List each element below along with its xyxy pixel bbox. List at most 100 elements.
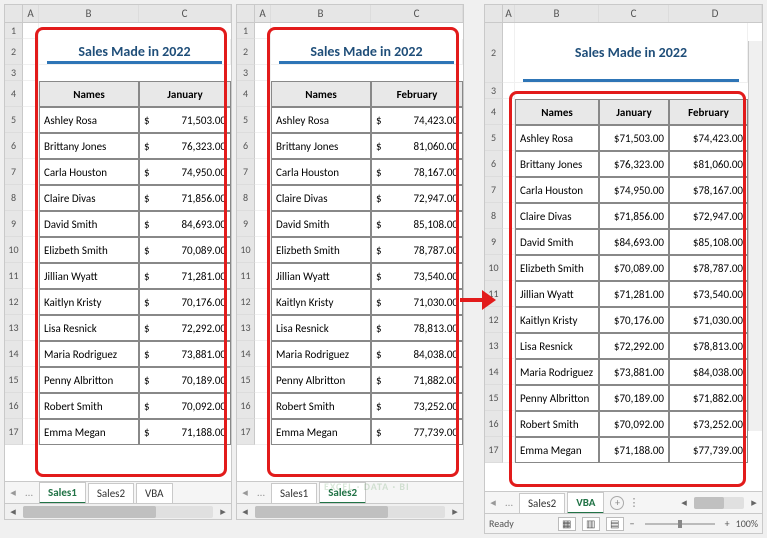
- value-cell[interactable]: $71,882.00: [371, 367, 463, 393]
- feb-cell[interactable]: $77,739.00: [669, 437, 748, 463]
- row-header[interactable]: 3: [5, 65, 23, 81]
- row-header[interactable]: 15: [237, 367, 255, 393]
- name-cell[interactable]: Robert Smith: [515, 411, 599, 437]
- gutter-cell[interactable]: [503, 255, 515, 281]
- horizontal-scrollbar[interactable]: ◂ ▸: [237, 503, 463, 519]
- value-cell[interactable]: $74,423.00: [371, 107, 463, 133]
- feb-cell[interactable]: $85,108.00: [669, 229, 748, 255]
- value-cell[interactable]: $70,189.00: [139, 367, 231, 393]
- col-names-header[interactable]: Names: [39, 81, 139, 107]
- value-cell[interactable]: $71,281.00: [139, 263, 231, 289]
- tab-sales1[interactable]: Sales1: [39, 482, 86, 504]
- row-header[interactable]: 7: [5, 159, 23, 185]
- gutter-cell[interactable]: [255, 81, 271, 107]
- jan-cell[interactable]: $73,881.00: [599, 359, 669, 385]
- scroll-right-icon[interactable]: ▸: [746, 496, 762, 510]
- row-header[interactable]: 2: [485, 23, 503, 83]
- value-cell[interactable]: $78,787.00: [371, 237, 463, 263]
- row-header[interactable]: 5: [5, 107, 23, 133]
- gutter-cell[interactable]: [255, 315, 271, 341]
- jan-cell[interactable]: $71,503.00: [599, 125, 669, 151]
- gutter-cell[interactable]: [503, 177, 515, 203]
- vertical-scrollbar[interactable]: [748, 41, 762, 431]
- row-header[interactable]: 16: [5, 393, 23, 419]
- gutter-cell[interactable]: [23, 211, 39, 237]
- gutter-cell[interactable]: [23, 23, 39, 39]
- row-header[interactable]: 10: [485, 255, 503, 281]
- tab-sales2[interactable]: Sales2: [519, 493, 565, 513]
- gutter-cell[interactable]: [503, 385, 515, 411]
- jan-cell[interactable]: $70,089.00: [599, 255, 669, 281]
- jan-cell[interactable]: $72,292.00: [599, 333, 669, 359]
- row-header[interactable]: 6: [237, 133, 255, 159]
- row-header[interactable]: 10: [237, 237, 255, 263]
- value-cell[interactable]: $71,188.00: [139, 419, 231, 445]
- row-header[interactable]: 17: [5, 419, 23, 445]
- gutter-cell[interactable]: [23, 39, 39, 65]
- col-names-header[interactable]: Names: [515, 99, 599, 125]
- gutter-cell[interactable]: [23, 237, 39, 263]
- row-header[interactable]: 8: [5, 185, 23, 211]
- name-cell[interactable]: David Smith: [39, 211, 139, 237]
- gutter-cell[interactable]: [503, 151, 515, 177]
- scroll-left-icon[interactable]: ◂: [237, 505, 253, 519]
- value-cell[interactable]: $70,089.00: [139, 237, 231, 263]
- gutter-cell[interactable]: [255, 237, 271, 263]
- gutter-cell[interactable]: [255, 185, 271, 211]
- gutter-cell[interactable]: [255, 367, 271, 393]
- name-cell[interactable]: Claire Divas: [515, 203, 599, 229]
- col-header-a[interactable]: A: [255, 5, 271, 22]
- jan-cell[interactable]: $70,189.00: [599, 385, 669, 411]
- row-header[interactable]: 14: [485, 359, 503, 385]
- name-cell[interactable]: Jillian Wyatt: [515, 281, 599, 307]
- col-header-d[interactable]: D: [669, 5, 762, 22]
- name-cell[interactable]: Kaitlyn Kristy: [515, 307, 599, 333]
- gutter-cell[interactable]: [23, 341, 39, 367]
- col-header-b[interactable]: B: [271, 5, 371, 22]
- gutter-cell[interactable]: [23, 367, 39, 393]
- name-cell[interactable]: Kaitlyn Kristy: [39, 289, 139, 315]
- gutter-cell[interactable]: [503, 411, 515, 437]
- name-cell[interactable]: Robert Smith: [39, 393, 139, 419]
- row-header[interactable]: 4: [5, 81, 23, 107]
- scroll-left-icon[interactable]: ◂: [5, 505, 21, 519]
- name-cell[interactable]: Elizbeth Smith: [271, 237, 371, 263]
- name-cell[interactable]: Penny Albritton: [515, 385, 599, 411]
- feb-cell[interactable]: $78,787.00: [669, 255, 748, 281]
- value-cell[interactable]: $73,540.00: [371, 263, 463, 289]
- gutter-cell[interactable]: [255, 263, 271, 289]
- name-cell[interactable]: Maria Rodriguez: [271, 341, 371, 367]
- value-cell[interactable]: $73,252.00: [371, 393, 463, 419]
- gutter-cell[interactable]: [255, 65, 271, 81]
- gutter-cell[interactable]: [255, 393, 271, 419]
- row-header[interactable]: 5: [237, 107, 255, 133]
- feb-cell[interactable]: $72,947.00: [669, 203, 748, 229]
- feb-cell[interactable]: $71,030.00: [669, 307, 748, 333]
- name-cell[interactable]: Carla Houston: [271, 159, 371, 185]
- row-header[interactable]: 16: [485, 411, 503, 437]
- col-month-header[interactable]: February: [371, 81, 463, 107]
- tabs-overflow-icon[interactable]: ⋮: [628, 496, 639, 509]
- tab-nav-prev[interactable]: ◂: [485, 496, 501, 509]
- feb-cell[interactable]: $73,252.00: [669, 411, 748, 437]
- value-cell[interactable]: $81,060.00: [371, 133, 463, 159]
- gutter-cell[interactable]: [23, 65, 39, 81]
- col-header-c[interactable]: C: [139, 5, 231, 22]
- gutter-cell[interactable]: [255, 159, 271, 185]
- name-cell[interactable]: Claire Divas: [39, 185, 139, 211]
- gutter-cell[interactable]: [23, 185, 39, 211]
- row-header[interactable]: 3: [237, 65, 255, 81]
- value-cell[interactable]: $85,108.00: [371, 211, 463, 237]
- value-cell[interactable]: $76,323.00: [139, 133, 231, 159]
- zoom-level[interactable]: 100%: [736, 517, 758, 530]
- gutter-cell[interactable]: [255, 23, 271, 39]
- select-all-corner[interactable]: [5, 5, 23, 22]
- gutter-cell[interactable]: [503, 359, 515, 385]
- gutter-cell[interactable]: [255, 211, 271, 237]
- zoom-slider[interactable]: [645, 523, 715, 525]
- tab-nav-prev[interactable]: ◂: [237, 486, 253, 499]
- value-cell[interactable]: $70,176.00: [139, 289, 231, 315]
- value-cell[interactable]: $78,813.00: [371, 315, 463, 341]
- col-header-a[interactable]: A: [23, 5, 39, 22]
- name-cell[interactable]: Carla Houston: [39, 159, 139, 185]
